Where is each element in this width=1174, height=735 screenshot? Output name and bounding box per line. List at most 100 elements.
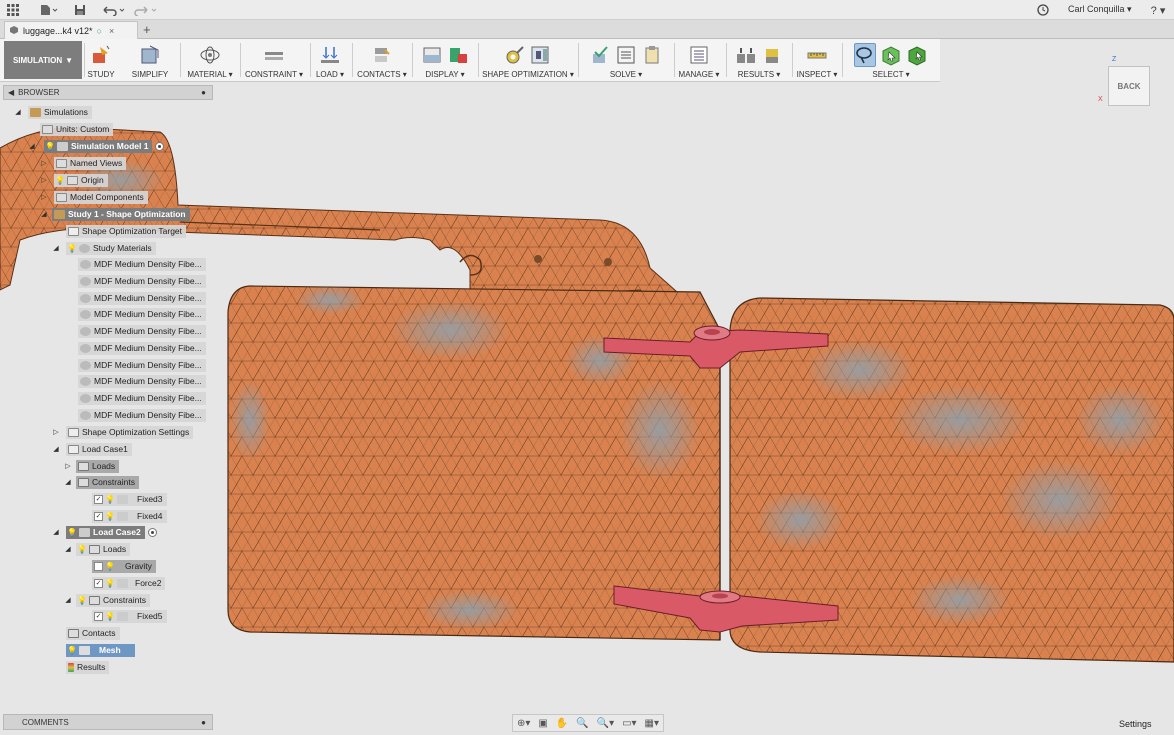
visibility-bulb-icon[interactable]: 💡 <box>45 141 55 151</box>
comments-panel-header[interactable]: COMMENTS ● <box>3 714 213 730</box>
solve-group[interactable]: SOLVE ▾ <box>580 39 672 82</box>
active-radio-icon[interactable] <box>147 527 157 537</box>
manage-group[interactable]: MANAGE ▾ <box>676 39 722 82</box>
expand-icon[interactable]: ◢ <box>52 445 60 453</box>
tree-item-material[interactable]: MDF Medium Density Fibe... <box>78 358 206 372</box>
checkbox-checked-icon[interactable]: ✓ <box>94 511 103 521</box>
pan-hand-icon[interactable]: ✋ <box>556 718 568 729</box>
workspace-switcher[interactable]: SIMULATION ▼ <box>4 41 82 79</box>
pin-icon[interactable]: ● <box>201 88 206 97</box>
tree-item-gravity[interactable]: 💡 Gravity <box>92 559 156 573</box>
zoom-icon[interactable]: 🔍 <box>576 718 588 729</box>
results-group[interactable]: RESULTS ▾ <box>728 39 790 82</box>
checkbox-unchecked-icon[interactable] <box>94 561 103 571</box>
visibility-bulb-icon[interactable]: 💡 <box>105 561 115 571</box>
visibility-bulb-icon[interactable]: 💡 <box>105 511 115 521</box>
save-icon[interactable] <box>73 3 87 17</box>
redo-icon[interactable] <box>132 3 160 17</box>
browser-panel-header[interactable]: ◀ BROWSER ● <box>3 85 213 100</box>
expand-icon[interactable]: ◢ <box>64 478 72 486</box>
tree-item-material[interactable]: MDF Medium Density Fibe... <box>78 274 206 288</box>
undo-icon[interactable] <box>100 3 128 17</box>
tree-item-constraints[interactable]: ◢ Constraints <box>64 475 139 489</box>
inspect-group[interactable]: INSPECT ▾ <box>794 39 840 82</box>
tree-item-load-case2[interactable]: ◢ 💡 Load Case2 <box>52 525 157 539</box>
visibility-bulb-icon[interactable]: 💡 <box>105 494 115 504</box>
visibility-bulb-icon[interactable]: 💡 <box>55 175 65 185</box>
tree-item-loads[interactable]: ▷ Loads <box>64 459 120 473</box>
checkbox-checked-icon[interactable]: ✓ <box>94 578 103 588</box>
user-account-menu[interactable]: Carl Conquilla ▾ <box>1068 4 1132 15</box>
collapsed-arrow-icon[interactable]: ▷ <box>64 462 72 470</box>
collapsed-arrow-icon[interactable]: ▷ <box>40 159 48 167</box>
tree-item-study-materials[interactable]: ◢ 💡 Study Materials <box>52 241 156 255</box>
tree-item-simulation-model[interactable]: ◢ 💡 Simulation Model 1 <box>28 139 165 153</box>
tree-item-load-case1[interactable]: ◢ Load Case1 <box>52 442 132 456</box>
pin-icon[interactable]: ● <box>201 718 206 727</box>
visibility-bulb-icon[interactable]: 💡 <box>77 544 87 554</box>
tree-item-model-components[interactable]: ▷ Model Components <box>40 190 148 204</box>
tree-item-force2[interactable]: ✓ 💡 Force2 <box>92 576 166 590</box>
tree-item-origin[interactable]: ▷ 💡 Origin <box>40 173 108 187</box>
tree-item-shape-target[interactable]: Shape Optimization Target <box>52 224 187 238</box>
tree-item-shape-settings[interactable]: ▷ Shape Optimization Settings <box>52 425 194 439</box>
visibility-bulb-icon[interactable]: 💡 <box>67 527 77 537</box>
orbit-icon[interactable]: ⊕▾ <box>517 718 530 729</box>
tree-item-material[interactable]: MDF Medium Density Fibe... <box>78 341 206 355</box>
tree-item-material[interactable]: MDF Medium Density Fibe... <box>78 307 206 321</box>
tree-item-contacts[interactable]: Contacts <box>52 626 120 640</box>
new-tab-button[interactable]: + <box>143 22 151 37</box>
help-menu[interactable]: ? ▾ <box>1146 3 1170 17</box>
contacts-group[interactable]: CONTACTS ▾ <box>354 39 410 82</box>
app-grid-icon[interactable] <box>6 3 20 17</box>
tree-item-simulations[interactable]: ◢ Simulations <box>14 105 92 119</box>
expand-icon[interactable]: ◢ <box>52 528 60 536</box>
tree-item-mesh[interactable]: 💡 Mesh <box>52 643 135 657</box>
tree-item-fixed3[interactable]: ✓ 💡 Fixed3 <box>92 492 167 506</box>
close-tab-icon[interactable]: × <box>109 26 114 36</box>
visibility-bulb-icon[interactable]: 💡 <box>67 243 77 253</box>
expand-icon[interactable]: ◢ <box>40 210 48 218</box>
file-menu-icon[interactable] <box>38 3 60 17</box>
expand-icon[interactable]: ◢ <box>64 545 72 553</box>
shape-optimization-group[interactable]: SHAPE OPTIMIZATION ▾ <box>480 39 576 82</box>
select-group[interactable]: SELECT ▾ <box>844 39 938 82</box>
expand-icon[interactable]: ◢ <box>52 244 60 252</box>
display-settings-icon[interactable]: ▭▾ <box>622 718 636 729</box>
settings-link[interactable]: Settings <box>1119 719 1152 729</box>
active-radio-icon[interactable] <box>155 141 165 151</box>
constraint-group[interactable]: CONSTRAINT ▾ <box>244 39 304 82</box>
visibility-bulb-icon[interactable]: 💡 <box>67 645 77 655</box>
tree-item-material[interactable]: MDF Medium Density Fibe... <box>78 291 206 305</box>
checkbox-checked-icon[interactable]: ✓ <box>94 611 103 621</box>
visibility-bulb-icon[interactable]: 💡 <box>105 578 115 588</box>
tree-item-loads-lc2[interactable]: ◢ 💡 Loads <box>64 542 131 556</box>
tree-item-material[interactable]: MDF Medium Density Fibe... <box>78 324 206 338</box>
tree-item-study[interactable]: ◢ Study 1 - Shape Optimization <box>40 207 190 221</box>
zoom-window-icon[interactable]: 🔍▾ <box>597 718 614 729</box>
tree-item-material[interactable]: MDF Medium Density Fibe... <box>78 374 206 388</box>
collapsed-arrow-icon[interactable]: ▷ <box>40 193 48 201</box>
tree-item-fixed4[interactable]: ✓ 💡 Fixed4 <box>92 509 167 523</box>
expand-icon[interactable]: ◢ <box>64 596 72 604</box>
collapse-triangle-icon[interactable]: ◀ <box>8 88 14 97</box>
display-group[interactable]: DISPLAY ▾ <box>414 39 476 82</box>
tree-item-material[interactable]: MDF Medium Density Fibe... <box>78 257 206 271</box>
collapsed-arrow-icon[interactable]: ▷ <box>52 428 60 436</box>
look-at-icon[interactable]: ▣ <box>538 718 547 729</box>
view-cube[interactable]: BACK <box>1108 66 1150 106</box>
tree-item-constraints-lc2[interactable]: ◢ 💡 Constraints <box>64 593 150 607</box>
checkbox-checked-icon[interactable]: ✓ <box>94 494 103 504</box>
simplify-group[interactable]: SIMPLIFY <box>128 39 172 82</box>
visibility-bulb-icon[interactable]: 💡 <box>77 595 87 605</box>
grid-settings-icon[interactable]: ▦▾ <box>645 718 659 729</box>
load-group[interactable]: LOAD ▾ <box>312 39 348 82</box>
tree-item-named-views[interactable]: ▷ Named Views <box>40 156 127 170</box>
tree-item-material[interactable]: MDF Medium Density Fibe... <box>78 408 206 422</box>
expand-icon[interactable]: ◢ <box>28 142 36 150</box>
job-status-clock-icon[interactable] <box>1036 3 1050 17</box>
material-group[interactable]: MATERIAL ▾ <box>184 39 236 82</box>
tree-item-units[interactable]: Units: Custom <box>28 122 114 136</box>
expand-icon[interactable]: ◢ <box>14 108 22 116</box>
tree-item-material[interactable]: MDF Medium Density Fibe... <box>78 391 206 405</box>
